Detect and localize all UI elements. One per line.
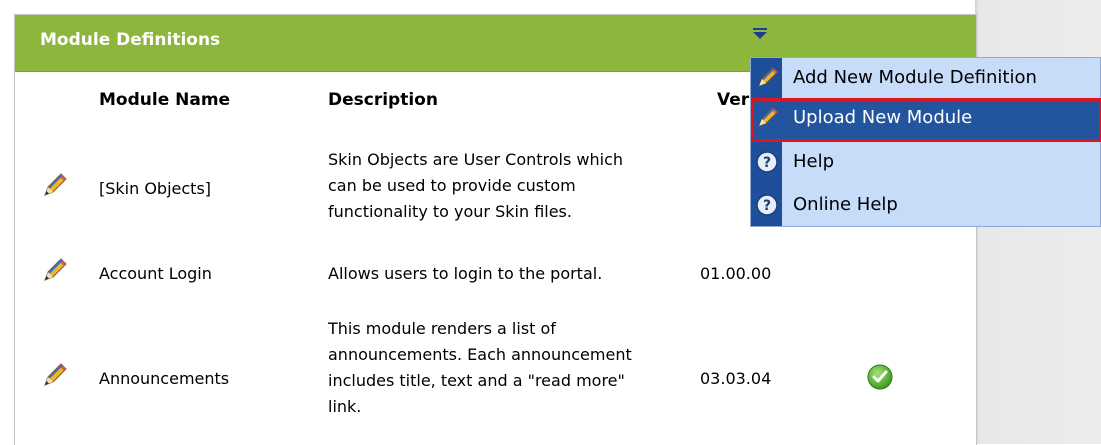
pencil-icon [758, 107, 778, 127]
menu-item-label: Help [793, 151, 835, 172]
help-icon: ? [756, 151, 778, 173]
svg-text:?: ? [763, 155, 771, 171]
column-header-description: Description [328, 90, 438, 110]
svg-text:?: ? [763, 198, 771, 214]
menu-item-label: Upload New Module [793, 107, 973, 128]
module-name: [Skin Objects] [99, 179, 212, 198]
menu-item-label: Add New Module Definition [793, 67, 1037, 88]
menu-item-add-new-module-definition[interactable]: Add New Module Definition [751, 58, 1101, 102]
module-name: Announcements [99, 369, 230, 388]
help-icon: ? [756, 194, 778, 216]
module-version: 01.00.00 [700, 264, 772, 283]
edit-pencil-icon[interactable] [40, 257, 68, 285]
menu-item-help[interactable]: ? Help [751, 142, 1101, 186]
module-version: 03.03.04 [700, 369, 772, 388]
column-header-module-name: Module Name [99, 90, 231, 110]
module-description: This module renders a list of announceme… [328, 319, 632, 416]
actions-dropdown-menu: Add New Module Definition Upload New Mod… [750, 57, 1101, 227]
actions-menu-arrow-icon[interactable] [753, 28, 767, 39]
menu-item-label: Online Help [793, 194, 898, 215]
check-circle-icon [867, 364, 893, 390]
module-name: Account Login [99, 264, 212, 283]
pencil-icon [758, 67, 778, 87]
menu-item-online-help[interactable]: ? Online Help [751, 185, 1101, 229]
module-description: Skin Objects are User Controls which can… [328, 150, 624, 221]
menu-item-upload-new-module[interactable]: Upload New Module [751, 98, 1101, 142]
module-description: Allows users to login to the portal. [328, 264, 603, 283]
edit-pencil-icon[interactable] [40, 362, 68, 390]
panel-title: Module Definitions [40, 30, 221, 50]
edit-pencil-icon[interactable] [40, 172, 68, 200]
